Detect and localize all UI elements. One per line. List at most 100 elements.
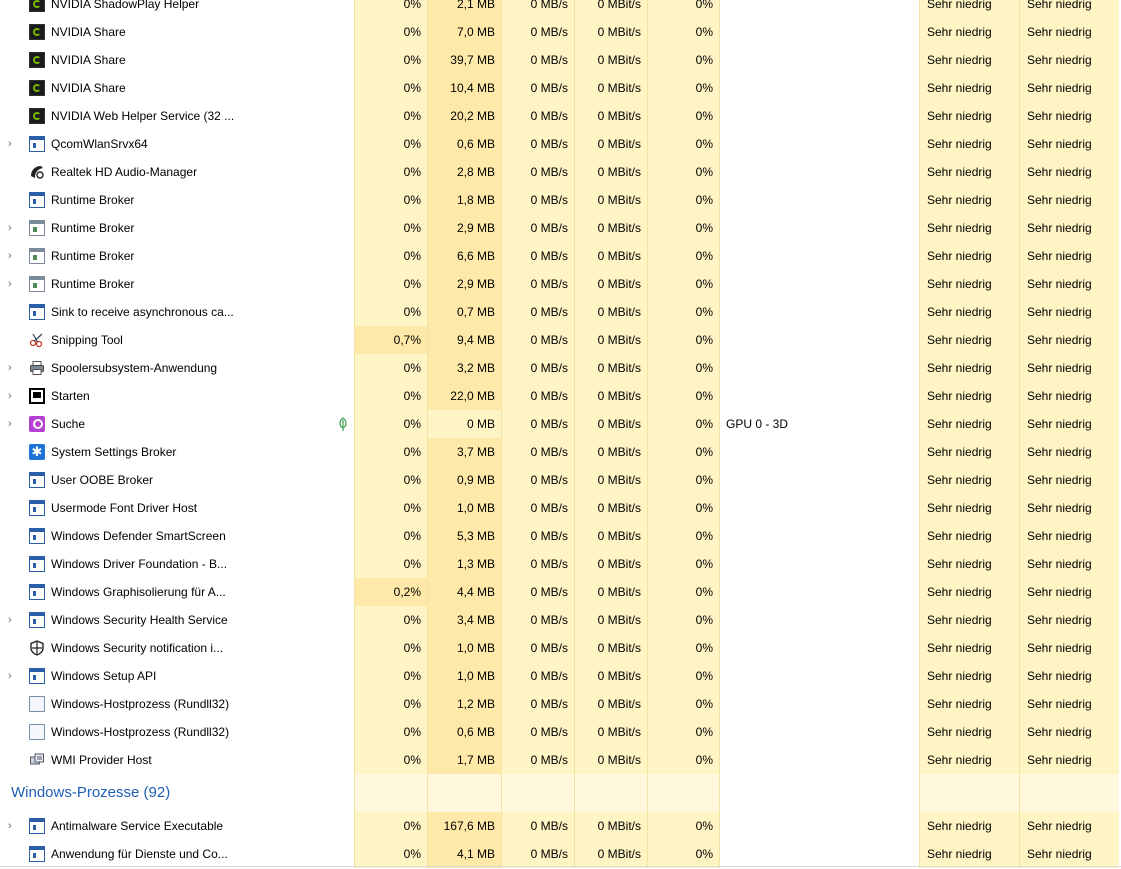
gpu-cell: 0% bbox=[647, 102, 720, 130]
chevron-right-icon[interactable]: › bbox=[8, 270, 18, 298]
chevron-right-icon[interactable]: › bbox=[8, 130, 18, 158]
process-name: Windows-Hostprozess (Rundll32) bbox=[51, 725, 230, 739]
process-name-cell[interactable]: › Runtime Broker bbox=[0, 270, 354, 298]
table-row[interactable]: Windows Security notification i... 0% 1,0 … bbox=[0, 634, 1121, 662]
table-row[interactable]: WMI Provider Host 0% 1,7 MB 0 MB/s 0 MBit/s 0… bbox=[0, 746, 1121, 774]
table-row[interactable]: Windows-Hostprozess (Rundll32) 0% 1,2 MB 0 … bbox=[0, 690, 1121, 718]
table-row[interactable]: › Antimalware Service Executable 0% 167,6 M… bbox=[0, 812, 1121, 840]
gpu-engine-cell bbox=[720, 214, 919, 242]
process-name-cell[interactable]: WMI Provider Host bbox=[0, 746, 354, 774]
table-row[interactable]: Runtime Broker 0% 1,8 MB 0 MB/s 0 MBit/s 0% Se… bbox=[0, 186, 1121, 214]
power-trend-cell: Sehr niedrig bbox=[1019, 46, 1119, 74]
process-name-cell[interactable]: ✱ System Settings Broker bbox=[0, 438, 354, 466]
table-row[interactable]: Snipping Tool 0,7% 9,4 MB 0 MB/s 0 MBit/s 0% S… bbox=[0, 326, 1121, 354]
table-row[interactable]: Windows-Hostprozess (Rundll32) 0% 0,6 MB 0 … bbox=[0, 718, 1121, 746]
table-row[interactable]: Sink to receive asynchronous ca... 0% 0,7 … bbox=[0, 298, 1121, 326]
table-row[interactable]: › Runtime Broker 0% 2,9 MB 0 MB/s 0 MBit/s 0% S… bbox=[0, 270, 1121, 298]
process-name: Windows Graphisolierung für A... bbox=[51, 585, 226, 599]
chevron-right-icon[interactable]: › bbox=[8, 812, 18, 840]
memory-cell: 7,0 MB bbox=[427, 18, 501, 46]
gpu-engine-cell bbox=[720, 18, 919, 46]
table-row[interactable]: › Runtime Broker 0% 2,9 MB 0 MB/s 0 MBit/s 0% S… bbox=[0, 214, 1121, 242]
chevron-right-icon[interactable]: › bbox=[8, 662, 18, 690]
process-name-cell[interactable]: Sink to receive asynchronous ca... bbox=[0, 298, 354, 326]
chevron-right-icon[interactable]: › bbox=[8, 214, 18, 242]
process-name-cell[interactable]: › Suche bbox=[0, 410, 354, 438]
process-name: Windows Setup API bbox=[51, 669, 157, 683]
process-name-cell[interactable]: Windows Graphisolierung für A... bbox=[0, 578, 354, 606]
table-row[interactable]: NVIDIA Share 0% 39,7 MB 0 MB/s 0 MBit/s 0% Seh… bbox=[0, 46, 1121, 74]
process-name-cell[interactable]: NVIDIA Share bbox=[0, 46, 354, 74]
table-row[interactable]: › Spoolersubsystem-Anwendung 0% 3,2 MB 0 MB/… bbox=[0, 354, 1121, 382]
table-row[interactable]: NVIDIA Share 0% 7,0 MB 0 MB/s 0 MBit/s 0% Sehr… bbox=[0, 18, 1121, 46]
disk-cell: 0 MB/s bbox=[501, 662, 574, 690]
table-row[interactable]: Windows Driver Foundation - B... 0% 1,3 MB… bbox=[0, 550, 1121, 578]
group-header-windows-processes[interactable]: Windows-Prozesse (92) bbox=[0, 774, 1121, 812]
process-name-cell[interactable]: Anwendung für Dienste und Co... bbox=[0, 840, 354, 868]
process-name-cell[interactable]: Realtek HD Audio-Manager bbox=[0, 158, 354, 186]
chevron-right-icon[interactable]: › bbox=[8, 382, 18, 410]
table-row[interactable]: Windows Graphisolierung für A... 0,2% 4,4 … bbox=[0, 578, 1121, 606]
process-name-cell[interactable]: Windows Security notification i... bbox=[0, 634, 354, 662]
table-row[interactable]: Windows Defender SmartScreen 0% 5,3 MB 0 MB… bbox=[0, 522, 1121, 550]
table-row[interactable]: Usermode Font Driver Host 0% 1,0 MB 0 MB/s 0… bbox=[0, 494, 1121, 522]
network-cell: 0 MBit/s bbox=[574, 550, 647, 578]
network-cell: 0 MBit/s bbox=[574, 718, 647, 746]
process-name-cell[interactable]: › Windows Security Health Service bbox=[0, 606, 354, 634]
process-name-cell[interactable]: Windows-Hostprozess (Rundll32) bbox=[0, 690, 354, 718]
process-name-cell[interactable]: › Antimalware Service Executable bbox=[0, 812, 354, 840]
table-row[interactable]: › Starten 0% 22,0 MB 0 MB/s 0 MBit/s 0% Sehr ni… bbox=[0, 382, 1121, 410]
power-usage-cell: Sehr niedrig bbox=[919, 606, 1019, 634]
chevron-right-icon[interactable]: › bbox=[8, 242, 18, 270]
gpu-engine-cell bbox=[720, 130, 919, 158]
table-row[interactable]: › Runtime Broker 0% 6,6 MB 0 MB/s 0 MBit/s 0% S… bbox=[0, 242, 1121, 270]
table-row[interactable]: › QcomWlanSrvx64 0% 0,6 MB 0 MB/s 0 MBit/s 0% S… bbox=[0, 130, 1121, 158]
process-name-cell[interactable]: User OOBE Broker bbox=[0, 466, 354, 494]
table-row[interactable]: NVIDIA ShadowPlay Helper 0% 2,1 MB 0 MB/s 0 … bbox=[0, 0, 1121, 18]
cpu-cell: 0% bbox=[354, 186, 427, 214]
memory-cell: 3,2 MB bbox=[427, 354, 501, 382]
power-usage-cell: Sehr niedrig bbox=[919, 18, 1019, 46]
gpu-cell: 0% bbox=[647, 494, 720, 522]
disk-cell: 0 MB/s bbox=[501, 606, 574, 634]
process-name-cell[interactable]: Runtime Broker bbox=[0, 186, 354, 214]
process-name-cell[interactable]: NVIDIA Share bbox=[0, 74, 354, 102]
shield-icon bbox=[30, 640, 44, 656]
chevron-right-icon[interactable]: › bbox=[8, 410, 18, 438]
network-cell: 0 MBit/s bbox=[574, 102, 647, 130]
process-name-cell[interactable]: NVIDIA ShadowPlay Helper bbox=[0, 0, 354, 18]
group-label[interactable]: Windows-Prozesse (92) bbox=[0, 774, 354, 812]
table-row[interactable]: › Windows Setup API 0% 1,0 MB 0 MB/s 0 MBit/s… bbox=[0, 662, 1121, 690]
table-row[interactable]: ✱ System Settings Broker 0% 3,7 MB 0 MB/s 0 M… bbox=[0, 438, 1121, 466]
process-name-cell[interactable]: Snipping Tool bbox=[0, 326, 354, 354]
table-row[interactable]: Anwendung für Dienste und Co... 0% 4,1 MB 0… bbox=[0, 840, 1121, 868]
process-name-cell[interactable]: › QcomWlanSrvx64 bbox=[0, 130, 354, 158]
process-name-cell[interactable]: › Starten bbox=[0, 382, 354, 410]
process-name-cell[interactable]: Windows Defender SmartScreen bbox=[0, 522, 354, 550]
disk-cell: 0 MB/s bbox=[501, 326, 574, 354]
process-name-cell[interactable]: Windows Driver Foundation - B... bbox=[0, 550, 354, 578]
process-name-cell[interactable]: › Windows Setup API bbox=[0, 662, 354, 690]
process-name-cell[interactable]: NVIDIA Share bbox=[0, 18, 354, 46]
process-name: Windows Driver Foundation - B... bbox=[51, 557, 228, 571]
gpu-engine-cell bbox=[720, 718, 919, 746]
process-name-cell[interactable]: NVIDIA Web Helper Service (32 ... bbox=[0, 102, 354, 130]
process-name-cell[interactable]: › Runtime Broker bbox=[0, 242, 354, 270]
process-name-cell[interactable]: › Spoolersubsystem-Anwendung bbox=[0, 354, 354, 382]
process-name-cell[interactable]: › Runtime Broker bbox=[0, 214, 354, 242]
table-row[interactable]: NVIDIA Share 0% 10,4 MB 0 MB/s 0 MBit/s 0% Seh… bbox=[0, 74, 1121, 102]
disk-cell: 0 MB/s bbox=[501, 550, 574, 578]
power-trend-cell: Sehr niedrig bbox=[1019, 812, 1119, 840]
table-row[interactable]: Realtek HD Audio-Manager 0% 2,8 MB 0 MB/s 0 … bbox=[0, 158, 1121, 186]
table-row[interactable]: NVIDIA Web Helper Service (32 ... 0% 20,2 … bbox=[0, 102, 1121, 130]
chevron-right-icon[interactable]: › bbox=[8, 606, 18, 634]
chevron-right-icon[interactable]: › bbox=[8, 354, 18, 382]
table-row[interactable]: User OOBE Broker 0% 0,9 MB 0 MB/s 0 MBit/s 0%… bbox=[0, 466, 1121, 494]
process-name-cell[interactable]: Windows-Hostprozess (Rundll32) bbox=[0, 718, 354, 746]
table-row[interactable]: › Windows Security Health Service 0% 3,4 MB… bbox=[0, 606, 1121, 634]
window-icon bbox=[29, 192, 45, 208]
disk-cell: 0 MB/s bbox=[501, 634, 574, 662]
power-trend-cell: Sehr niedrig bbox=[1019, 578, 1119, 606]
table-row[interactable]: › Suche 0% 0 MB 0 MB/s 0 MBit/s 0% GPU 0 - 3D Se… bbox=[0, 410, 1121, 438]
process-name-cell[interactable]: Usermode Font Driver Host bbox=[0, 494, 354, 522]
